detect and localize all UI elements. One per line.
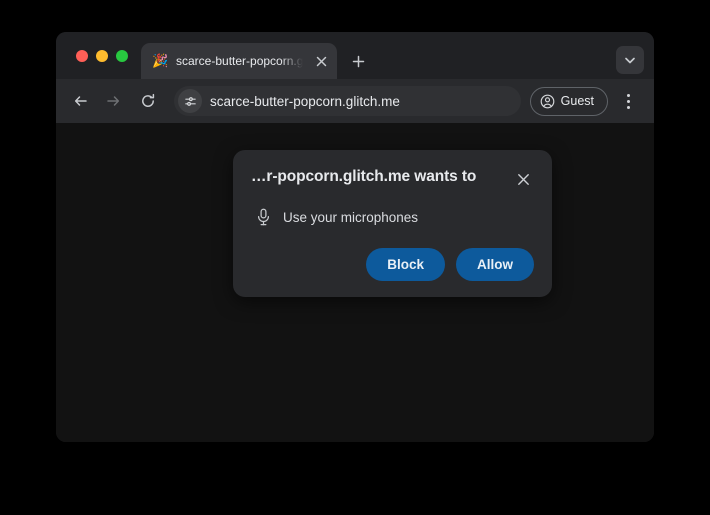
profile-guest-button[interactable]: Guest [529,86,608,116]
allow-button[interactable]: Allow [456,248,534,281]
address-bar-text[interactable]: scarce-butter-popcorn.glitch.me [210,94,400,109]
tune-icon[interactable] [178,89,202,113]
person-circle-icon [540,94,555,108]
dialog-header: …r-popcorn.glitch.me wants to [251,167,534,190]
block-button[interactable]: Block [366,248,445,281]
back-button[interactable] [66,86,96,116]
dialog-actions: Block Allow [251,248,534,281]
close-icon[interactable] [512,168,534,190]
tab-search-button[interactable] [616,46,644,74]
three-dot-menu-icon[interactable] [614,87,642,115]
tab-strip: 🎉 scarce-butter-popcorn.glitch. [56,32,654,79]
dialog-title: …r-popcorn.glitch.me wants to [251,168,477,185]
menu-dot [626,93,630,97]
minimize-window-button[interactable] [96,49,108,62]
address-bar[interactable]: scarce-butter-popcorn.glitch.me [174,86,521,116]
maximize-window-button[interactable] [116,49,128,62]
new-tab-button[interactable] [344,47,372,75]
menu-dot [626,105,630,109]
forward-button[interactable] [98,86,128,116]
browser-tab-active[interactable]: 🎉 scarce-butter-popcorn.glitch. [141,43,337,79]
party-popper-icon: 🎉 [152,53,169,68]
microphone-icon [257,208,270,226]
permission-dialog: …r-popcorn.glitch.me wants to Use your m… [233,150,552,297]
browser-toolbar: scarce-butter-popcorn.glitch.me Guest [56,79,654,123]
tab-close-icon[interactable] [311,51,331,71]
reload-button[interactable] [133,86,163,116]
close-window-button[interactable] [76,49,88,62]
menu-dot [626,99,630,103]
permission-item-microphone: Use your microphones [251,208,534,226]
tab-title: scarce-butter-popcorn.glitch. [176,54,303,68]
permission-label: Use your microphones [283,209,419,225]
profile-label: Guest [560,94,594,108]
traffic-lights [56,32,141,79]
browser-window: 🎉 scarce-butter-popcorn.glitch. [56,32,654,442]
